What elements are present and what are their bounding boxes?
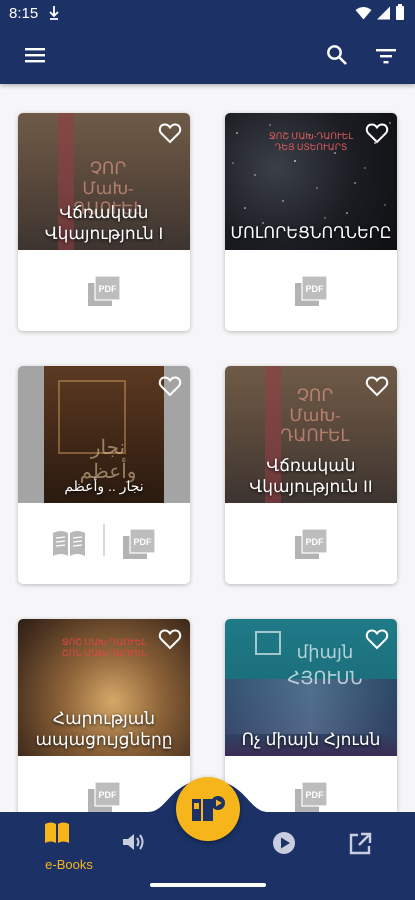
pdf-icon[interactable]: PDF	[87, 275, 121, 307]
audiobook-icon	[191, 794, 227, 828]
book-title: Վճռական Վկայություն I	[44, 203, 164, 243]
pdf-icon[interactable]: PDF	[122, 528, 156, 560]
card-actions: PDF	[225, 503, 397, 584]
nav-ebooks-label: e-Books	[45, 857, 93, 872]
book-icon	[44, 822, 70, 849]
book-card[interactable]: نجار وأعظم نجار .. وأعظم PDF	[18, 366, 190, 584]
signal-icon	[376, 5, 391, 24]
favorite-heart-icon[interactable]	[365, 628, 389, 650]
nav-video[interactable]	[272, 831, 296, 855]
card-actions: PDF	[225, 250, 397, 331]
cover-decoration: ՋՈՇ ՄԱԽ-ԴԱՈՒԵԼ ԴԵՅ ՍՏԵՈՒԱՐՏ	[268, 131, 354, 152]
book-card[interactable]: ՉՈՐ ՄաԽ-ԴԱՈՒԵԼ Վճռական Վկայություն I PDF	[18, 113, 190, 331]
notification-icon	[48, 5, 60, 24]
filter-icon[interactable]	[375, 45, 397, 67]
external-link-icon	[348, 832, 372, 860]
card-actions: PDF	[18, 250, 190, 331]
svg-text:PDF: PDF	[99, 284, 118, 294]
book-title: نجار .. وأعظم	[64, 478, 144, 494]
search-icon[interactable]	[326, 44, 348, 66]
svg-text:PDF: PDF	[306, 537, 325, 547]
pdf-icon[interactable]: PDF	[294, 275, 328, 307]
nav-external[interactable]	[348, 832, 372, 856]
home-indicator[interactable]	[150, 883, 266, 887]
cover-decoration: ՉՈՐ ՄաԽ-ԴԱՈՒԵԼ	[280, 386, 350, 445]
book-card[interactable]: ՉՈՐ ՄաԽ-ԴԱՈՒԵԼ Վճռական Վկայություն II PD…	[225, 366, 397, 584]
svg-text:PDF: PDF	[134, 537, 153, 547]
pdf-icon[interactable]: PDF	[294, 528, 328, 560]
status-time: 8:15	[9, 5, 39, 22]
favorite-heart-icon[interactable]	[158, 628, 182, 650]
book-title: Հարության ապացույցները	[35, 709, 173, 749]
favorite-heart-icon[interactable]	[365, 122, 389, 144]
wifi-icon	[355, 5, 372, 24]
cover-decoration: ՋՈՇ ՄԱԽ-ԴԱՈՒԵԼ ՇՈՆ ՄԱԽ-ԴԱՈՒԵԼ	[61, 637, 147, 658]
status-bar: 8:15	[0, 0, 415, 28]
book-title: Ոչ միայն Հյուսն	[241, 730, 381, 749]
book-title: ՄՈԼՈՐԵՑՆՈՂՆԵՐԸ	[230, 225, 392, 242]
app-bar	[0, 28, 415, 84]
menu-icon[interactable]	[24, 45, 46, 65]
book-title: Վճռական Վկայություն II	[249, 456, 373, 496]
play-icon	[272, 832, 296, 859]
battery-icon	[395, 4, 405, 24]
ebook-open-book-icon[interactable]	[51, 528, 87, 558]
nav-ebooks[interactable]: e-Books	[44, 821, 93, 872]
svg-text:PDF: PDF	[306, 284, 325, 294]
nav-audio[interactable]	[121, 831, 145, 853]
favorite-heart-icon[interactable]	[158, 122, 182, 144]
card-actions: PDF	[18, 503, 190, 584]
favorite-heart-icon[interactable]	[365, 375, 389, 397]
book-card[interactable]: ՋՈՇ ՄԱԽ-ԴԱՈՒԵԼ ԴԵՅ ՍՏԵՈՒԱՐՏ ՄՈԼՈՐԵՑՆՈՂՆԵ…	[225, 113, 397, 331]
actions-divider	[103, 524, 105, 556]
audiobook-fab-button[interactable]	[176, 777, 240, 841]
speaker-icon	[121, 834, 145, 857]
favorite-heart-icon[interactable]	[158, 375, 182, 397]
